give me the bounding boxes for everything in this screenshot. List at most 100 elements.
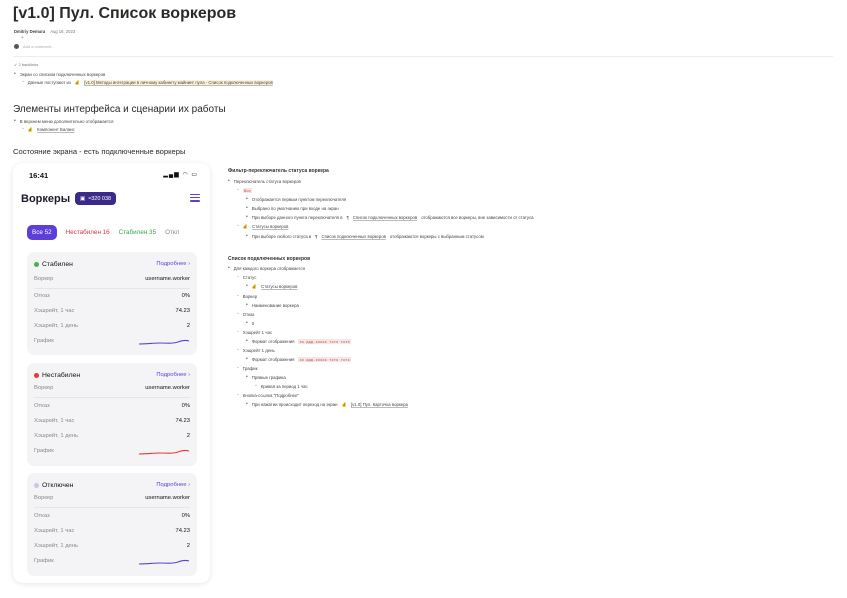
worker-name: username.worker: [145, 385, 190, 391]
graph-label: График: [34, 338, 54, 344]
list-item: 0: [246, 321, 408, 326]
worker-card-link[interactable]: [v1.0] Пул. Карточка воркера: [351, 402, 408, 407]
list-item: Формат отображения xx ддд.ххххх тхтх тхт…: [246, 357, 408, 362]
list-item: Переключатель статуса воркеров: [228, 179, 534, 184]
status-dot-icon: [34, 373, 39, 378]
list-item: При нажатии происходит переход на экран …: [246, 402, 408, 408]
graph-label: График: [34, 558, 54, 564]
backlinks-toggle[interactable]: ↙ 2 backlinks: [14, 62, 38, 67]
filter-all[interactable]: Все 52: [27, 225, 57, 240]
signal-wifi-battery-icon: ▂▄▆ ◠ ▭: [163, 172, 198, 178]
list-item: Кнопка-ссылка "Подробнее": [237, 393, 408, 398]
integration-link[interactable]: [v1.0] Методы интеграции в личному кабин…: [84, 80, 273, 85]
avatar: [14, 44, 19, 49]
status-time: 16:41: [29, 171, 49, 180]
balance-component-link[interactable]: Компонент Баланс: [37, 127, 75, 132]
details-link[interactable]: Подробнее ›: [156, 372, 190, 379]
worker-statuses-link[interactable]: Статусы воркеров: [261, 284, 297, 289]
intro-list: Экран со списком подключенных воркеров Д…: [14, 72, 273, 86]
hashrate-hour-label: Хэшрейт, 1 час: [34, 308, 75, 314]
worker-card: Нестабилен Подробнее › Воркер username.wo…: [27, 363, 197, 466]
list-notes: Для каждого воркера отображается Статус …: [228, 266, 408, 408]
list-item: График: [237, 366, 408, 371]
details-link[interactable]: Подробнее ›: [156, 482, 190, 489]
reject-value: 0%: [181, 403, 190, 409]
sparkline: [138, 559, 190, 565]
worker-name: username.worker: [145, 495, 190, 501]
hashrate-day-value: 2: [186, 543, 190, 549]
details-link[interactable]: Подробнее ›: [156, 261, 190, 268]
hashrate-day-label: Хэшрейт, 1 день: [34, 433, 79, 439]
worker-state: Стабилен: [34, 261, 73, 268]
divider: [34, 507, 190, 508]
list-item: Все: [237, 188, 534, 193]
component-icon: 💰: [27, 127, 34, 132]
worker-name: username.worker: [145, 276, 190, 282]
hashrate-hour-label: Хэшрейт, 1 час: [34, 528, 75, 534]
workers-list-link[interactable]: Список подключенных воркеров: [353, 215, 417, 220]
reject-label: Отказ: [34, 403, 50, 409]
add-property-icon[interactable]: +: [21, 35, 24, 41]
hashrate-day-label: Хэшрейт, 1 день: [34, 543, 79, 549]
hamburger-menu-icon[interactable]: [190, 194, 200, 204]
list-item: В верхнем меню дополнительно отображаетс…: [14, 119, 114, 124]
status-dot-icon: [34, 262, 39, 267]
hashrate-hour-value: 74.23: [175, 308, 190, 314]
list-item: Данные поступают из 💰 [v1.0] Методы инте…: [22, 80, 273, 86]
page-title: [v1.0] Пул. Список воркеров: [13, 5, 237, 22]
worker-card: Стабилен Подробнее › Воркер username.work…: [27, 252, 197, 355]
list-item: Хэшрейт 1 день: [237, 348, 408, 353]
list-item: Прямые графика: [246, 375, 408, 380]
sparkline: [138, 339, 190, 345]
link-icon: 💰: [74, 80, 81, 85]
list-item: 💰Статусы воркеров: [246, 284, 408, 290]
hashrate-day-label: Хэшрейт, 1 день: [34, 323, 79, 329]
list-item: 💰 Компонент Баланс: [22, 127, 113, 133]
hashrate-day-value: 2: [186, 433, 190, 439]
section-heading: Элементы интерфейса и сценарии их работы: [13, 104, 226, 115]
worker-state: Отключен: [34, 482, 73, 489]
worker-statuses-link[interactable]: Статусы воркеров: [252, 224, 288, 229]
divider: [13, 56, 833, 57]
status-icon: 💰: [251, 284, 258, 289]
balance-badge[interactable]: ▣ ≈320 038: [75, 192, 117, 205]
list-item: 💰Статусы воркеров: [237, 224, 534, 230]
status-filter: Все 52 Нестабилен 16 Стабилен 35 Откл: [27, 225, 210, 240]
filter-notes: Переключатель статуса воркеров Все Отобр…: [228, 179, 534, 239]
graph-label: График: [34, 448, 54, 454]
divider: [34, 397, 190, 398]
worker-label: Воркер: [34, 385, 54, 391]
author-name[interactable]: Dmitriy Demura: [14, 29, 45, 34]
worker-card: Отключен Подробнее › Воркер username.work…: [27, 473, 197, 576]
list-item: Кривая за период 1 час: [255, 384, 408, 389]
list-item: При выборе любого статуса в ¶ Список под…: [246, 234, 534, 239]
hashrate-hour-value: 74.23: [175, 528, 190, 534]
status-icon: 💰: [242, 224, 249, 229]
filter-off[interactable]: Откл: [165, 229, 179, 236]
list-item: Хэшрейт 1 час: [237, 330, 408, 335]
list-item: Экран со списком подключенных воркеров: [14, 72, 273, 77]
section1-list: В верхнем меню дополнительно отображаетс…: [14, 119, 114, 133]
reject-label: Отказ: [34, 513, 50, 519]
comment-row[interactable]: Add a comment...: [14, 44, 54, 49]
hashrate-day-value: 2: [186, 323, 190, 329]
hashrate-hour-label: Хэшрейт, 1 час: [34, 418, 75, 424]
divider: [34, 288, 190, 289]
filter-unstable[interactable]: Нестабилен 16: [66, 229, 110, 236]
worker-state: Нестабилен: [34, 372, 80, 379]
reject-label: Отказ: [34, 293, 50, 299]
list-section-heading: Список подключенных воркеров: [228, 256, 311, 262]
reject-value: 0%: [181, 513, 190, 519]
filter-stable[interactable]: Стабилен 35: [119, 229, 156, 236]
section-heading: Состояние экрана - есть подключенные вор…: [13, 147, 186, 156]
sparkline: [138, 449, 190, 455]
page-meta: Dmitriy Demura Aug 16, 2023: [14, 29, 75, 34]
list-item: Для каждого воркера отображается: [228, 266, 408, 271]
list-item: Отображается первым пунктом переключател…: [246, 197, 534, 202]
wallet-icon: ▣: [80, 195, 86, 202]
page-date: Aug 16, 2023: [50, 29, 76, 34]
workers-list-link[interactable]: Список подключенных воркеров: [321, 234, 385, 239]
add-comment-placeholder[interactable]: Add a comment...: [23, 44, 54, 49]
page-icon: ¶: [346, 215, 349, 220]
worker-label: Воркер: [34, 276, 54, 282]
